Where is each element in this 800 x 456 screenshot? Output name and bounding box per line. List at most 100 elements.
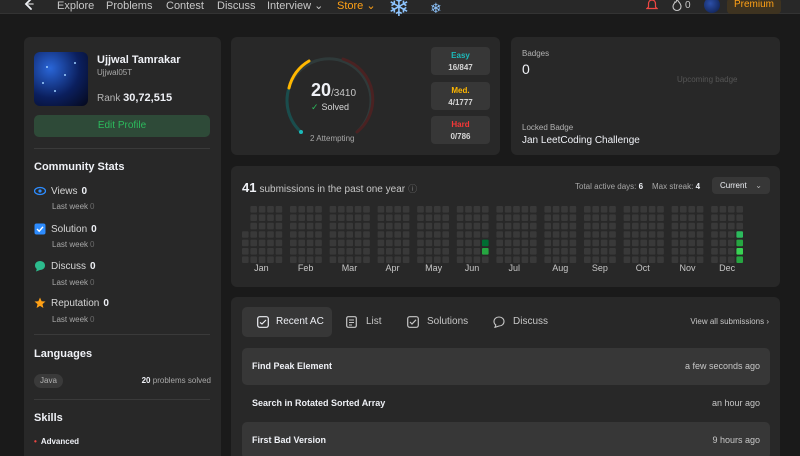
heatmap-cell[interactable]: [434, 231, 441, 238]
heatmap-cell[interactable]: [290, 231, 297, 238]
heatmap-cell[interactable]: [623, 239, 631, 247]
heatmap-cell[interactable]: [728, 214, 735, 221]
heatmap-cell[interactable]: [513, 256, 520, 263]
heatmap-cell[interactable]: [600, 222, 608, 230]
heatmap-cell[interactable]: [632, 256, 639, 263]
heatmap-cell[interactable]: [521, 256, 529, 263]
heatmap-cell[interactable]: [250, 222, 257, 230]
heatmap-cell[interactable]: [242, 239, 249, 247]
heatmap-cell[interactable]: [465, 231, 472, 238]
heatmap-cell[interactable]: [363, 239, 370, 247]
heatmap-cell[interactable]: [688, 231, 695, 238]
heatmap-cell[interactable]: [657, 206, 664, 213]
heatmap-cell[interactable]: [338, 222, 345, 230]
heatmap-cell[interactable]: [290, 239, 297, 247]
heatmap-cell[interactable]: [473, 231, 481, 238]
heatmap-cell[interactable]: [258, 256, 266, 263]
heatmap-cell[interactable]: [402, 248, 410, 255]
heatmap-cell[interactable]: [530, 214, 537, 221]
heatmap-cell[interactable]: [736, 231, 743, 238]
heatmap-cell[interactable]: [513, 222, 520, 230]
heatmap-cell[interactable]: [346, 214, 353, 221]
heatmap-cell[interactable]: [394, 231, 401, 238]
heatmap-cell[interactable]: [377, 206, 385, 213]
heatmap-cell[interactable]: [640, 231, 647, 238]
heatmap-cell[interactable]: [584, 256, 591, 263]
heatmap-cell[interactable]: [394, 214, 401, 221]
heatmap-cell[interactable]: [402, 231, 410, 238]
heatmap-cell[interactable]: [609, 206, 616, 213]
heatmap-cell[interactable]: [306, 231, 314, 238]
heatmap-cell[interactable]: [394, 206, 401, 213]
heatmap-cell[interactable]: [657, 222, 664, 230]
heatmap-cell[interactable]: [275, 222, 283, 230]
heatmap-cell[interactable]: [338, 239, 345, 247]
heatmap-cell[interactable]: [456, 206, 464, 213]
nav-interview[interactable]: Interview ⌄: [267, 0, 323, 12]
heatmap-cell[interactable]: [473, 206, 481, 213]
heatmap-cell[interactable]: [592, 239, 599, 247]
heatmap-cell[interactable]: [561, 231, 568, 238]
heatmap-cell[interactable]: [402, 214, 410, 221]
heatmap-cell[interactable]: [736, 248, 743, 255]
heatmap-cell[interactable]: [552, 231, 560, 238]
heatmap-cell[interactable]: [363, 248, 370, 255]
heatmap-cell[interactable]: [338, 248, 345, 255]
heatmap-cell[interactable]: [640, 248, 647, 255]
heatmap-cell[interactable]: [544, 231, 551, 238]
heatmap-cell[interactable]: [442, 239, 449, 247]
heatmap-cell[interactable]: [648, 239, 656, 247]
heatmap-cell[interactable]: [329, 248, 337, 255]
heatmap-cell[interactable]: [329, 214, 337, 221]
heatmap-cell[interactable]: [728, 248, 735, 255]
heatmap-cell[interactable]: [329, 231, 337, 238]
heatmap-cell[interactable]: [592, 222, 599, 230]
heatmap-cell[interactable]: [544, 222, 551, 230]
heatmap-cell[interactable]: [513, 248, 520, 255]
heatmap-cell[interactable]: [719, 248, 727, 255]
heatmap-cell[interactable]: [354, 214, 362, 221]
heatmap-cell[interactable]: [346, 222, 353, 230]
heatmap-cell[interactable]: [623, 214, 631, 221]
heatmap-cell[interactable]: [402, 222, 410, 230]
heatmap-cell[interactable]: [632, 248, 639, 255]
heatmap-cell[interactable]: [298, 222, 305, 230]
heatmap-cell[interactable]: [290, 214, 297, 221]
heatmap-cell[interactable]: [688, 248, 695, 255]
heatmap-cell[interactable]: [648, 206, 656, 213]
heatmap-cell[interactable]: [377, 239, 385, 247]
heatmap-cell[interactable]: [306, 256, 314, 263]
heatmap-cell[interactable]: [648, 222, 656, 230]
heatmap-cell[interactable]: [242, 256, 249, 263]
heatmap-cell[interactable]: [315, 214, 322, 221]
heatmap-cell[interactable]: [569, 231, 577, 238]
heatmap-cell[interactable]: [363, 222, 370, 230]
heatmap-cell[interactable]: [298, 239, 305, 247]
heatmap-cell[interactable]: [513, 231, 520, 238]
heatmap-cell[interactable]: [680, 239, 687, 247]
heatmap-cell[interactable]: [623, 231, 631, 238]
heatmap-cell[interactable]: [600, 214, 608, 221]
heatmap-cell[interactable]: [496, 256, 503, 263]
heatmap-cell[interactable]: [530, 248, 537, 255]
language-tag-java[interactable]: Java: [34, 374, 63, 388]
heatmap-cell[interactable]: [609, 256, 616, 263]
nav-contest[interactable]: Contest: [166, 0, 204, 12]
heatmap-cell[interactable]: [434, 239, 441, 247]
heatmap-cell[interactable]: [504, 206, 512, 213]
heatmap-cell[interactable]: [377, 222, 385, 230]
heatmap-cell[interactable]: [482, 214, 489, 221]
heatmap-cell[interactable]: [600, 239, 608, 247]
heatmap-cell[interactable]: [456, 231, 464, 238]
heatmap-cell[interactable]: [363, 231, 370, 238]
heatmap-cell[interactable]: [434, 214, 441, 221]
submission-row[interactable]: First Bad Version 9 hours ago: [242, 422, 770, 456]
heatmap-cell[interactable]: [496, 206, 503, 213]
heatmap-cell[interactable]: [504, 214, 512, 221]
heatmap-cell[interactable]: [417, 214, 424, 221]
heatmap-cell[interactable]: [711, 231, 718, 238]
heatmap-cell[interactable]: [496, 214, 503, 221]
heatmap-cell[interactable]: [354, 222, 362, 230]
heatmap-cell[interactable]: [298, 214, 305, 221]
heatmap-cell[interactable]: [258, 239, 266, 247]
